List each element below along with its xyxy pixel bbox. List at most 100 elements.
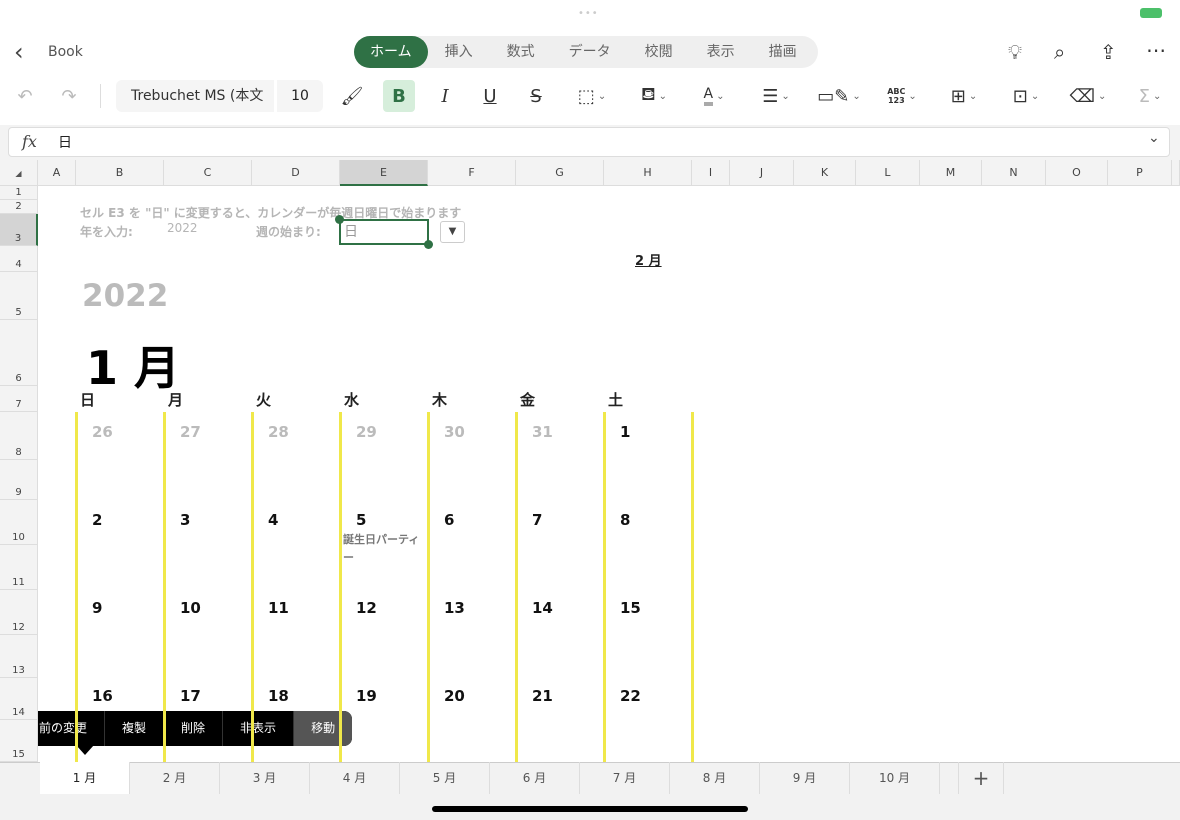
selection-handle[interactable] (335, 215, 344, 224)
row-header-12[interactable]: 12 (0, 590, 38, 635)
underline-button[interactable]: U (475, 80, 505, 112)
sheet-tab[interactable]: 1 月 (40, 762, 130, 794)
week-start-cell[interactable]: 日 (339, 219, 429, 245)
row-header-11[interactable]: 11 (0, 545, 38, 590)
day-cell[interactable]: 3 (180, 511, 190, 529)
row-header-15[interactable]: 15 (0, 720, 38, 762)
tab-1[interactable]: 挿入 (428, 36, 490, 68)
tab-2[interactable]: 数式 (490, 36, 552, 68)
sheet-tab[interactable]: 10 月 (850, 762, 940, 794)
day-cell[interactable]: 6 (444, 511, 454, 529)
column-header-K[interactable]: K (794, 160, 856, 186)
tab-6[interactable]: 描画 (752, 36, 814, 68)
day-cell[interactable]: 10 (180, 599, 201, 617)
day-cell[interactable]: 29 (356, 423, 377, 441)
day-cell[interactable]: 14 (532, 599, 553, 617)
day-cell[interactable]: 19 (356, 687, 377, 705)
sheet-tab[interactable]: 7 月 (580, 762, 670, 794)
column-header-I[interactable]: I (692, 160, 730, 186)
row-header-10[interactable]: 10 (0, 500, 38, 545)
column-header-N[interactable]: N (982, 160, 1046, 186)
day-cell[interactable]: 2 (92, 511, 102, 529)
back-icon[interactable]: ‹ (14, 38, 24, 66)
column-width-button[interactable]: ⊡ ⌄ (1006, 80, 1046, 112)
row-header-7[interactable]: 7 (0, 386, 38, 412)
align-button[interactable]: ☰ ⌄ (756, 80, 796, 112)
tab-3[interactable]: データ (552, 36, 628, 68)
search-icon[interactable]: ⌕ (1054, 40, 1065, 64)
tab-4[interactable]: 校閲 (628, 36, 690, 68)
row-header-14[interactable]: 14 (0, 678, 38, 720)
tab-0[interactable]: ホーム (354, 36, 428, 68)
column-header-O[interactable]: O (1046, 160, 1108, 186)
column-header-H[interactable]: H (604, 160, 692, 186)
column-header-P[interactable]: P (1108, 160, 1172, 186)
day-cell[interactable]: 26 (92, 423, 113, 441)
sheet-tab[interactable]: 4 月 (310, 762, 400, 794)
day-cell[interactable]: 18 (268, 687, 289, 705)
day-cell[interactable]: 21 (532, 687, 553, 705)
day-cell[interactable]: 13 (444, 599, 465, 617)
day-cell[interactable]: 11 (268, 599, 289, 617)
day-cell[interactable]: 16 (92, 687, 113, 705)
more-icon[interactable]: ⋯ (1146, 38, 1166, 62)
context-menu-item[interactable]: 非表示 (223, 711, 295, 746)
sheet-tab[interactable]: 6 月 (490, 762, 580, 794)
day-cell[interactable]: 30 (444, 423, 465, 441)
day-cell[interactable]: 12 (356, 599, 377, 617)
sheet-tab[interactable]: 2 月 (130, 762, 220, 794)
row-header-6[interactable]: 6 (0, 320, 38, 386)
row-header-9[interactable]: 9 (0, 460, 38, 500)
context-menu-item[interactable]: 複製 (105, 711, 165, 746)
back-label[interactable]: Book (48, 44, 83, 60)
next-month-link[interactable]: 2 月 (635, 250, 662, 269)
day-cell[interactable]: 20 (444, 687, 465, 705)
sheet-tab[interactable]: 5 月 (400, 762, 490, 794)
redo-icon[interactable]: ↷ (56, 80, 82, 112)
row-header-3[interactable]: 3 (0, 214, 38, 246)
day-cell[interactable]: 8 (620, 511, 630, 529)
lightbulb-icon[interactable]: 💡︎ (1008, 40, 1022, 64)
bold-button[interactable]: B (383, 80, 415, 112)
row-header-8[interactable]: 8 (0, 412, 38, 460)
fill-color-button[interactable]: ⛾ ⌄ (634, 80, 674, 112)
day-cell[interactable]: 31 (532, 423, 553, 441)
day-cell[interactable]: 9 (92, 599, 102, 617)
strikethrough-button[interactable]: S (521, 80, 551, 112)
fx-icon[interactable]: fx (22, 132, 37, 151)
sheet-tab[interactable]: 9 月 (760, 762, 850, 794)
sheet-tab[interactable]: 8 月 (670, 762, 760, 794)
undo-icon[interactable]: ↶ (12, 80, 38, 112)
column-header-D[interactable]: D (252, 160, 340, 186)
day-cell[interactable]: 15 (620, 599, 641, 617)
clear-button[interactable]: ⌫ ⌄ (1068, 80, 1108, 112)
row-header-4[interactable]: 4 (0, 246, 38, 272)
column-header-A[interactable]: A (38, 160, 76, 186)
context-menu-item[interactable]: 移動 (294, 711, 353, 746)
column-header-M[interactable]: M (920, 160, 982, 186)
sheet-tab[interactable]: 3 月 (220, 762, 310, 794)
italic-button[interactable]: I (430, 80, 460, 112)
chevron-down-icon[interactable]: ⌄ (1148, 130, 1160, 146)
day-cell[interactable]: 4 (268, 511, 278, 529)
selection-handle[interactable] (424, 240, 433, 249)
autosum-button[interactable]: Σ ⌄ (1130, 80, 1170, 112)
day-cell[interactable]: 27 (180, 423, 201, 441)
column-header-E[interactable]: E (340, 160, 428, 186)
day-cell[interactable]: 17 (180, 687, 201, 705)
day-cell[interactable]: 28 (268, 423, 289, 441)
year-input-cell[interactable]: 2022 (167, 221, 198, 235)
formula-value[interactable]: 日 (58, 132, 72, 152)
cell-style-button[interactable]: ▭✎ ⌄ (817, 80, 860, 112)
number-format-button[interactable]: ABC 123 ⌄ (880, 80, 924, 112)
formula-input[interactable] (8, 127, 1170, 157)
day-cell[interactable]: 22 (620, 687, 641, 705)
column-header-F[interactable]: F (428, 160, 516, 186)
row-header-5[interactable]: 5 (0, 272, 38, 320)
column-header-C[interactable]: C (164, 160, 252, 186)
select-all-corner[interactable]: ◢ (0, 160, 38, 186)
day-cell[interactable]: 1 (620, 423, 630, 441)
add-sheet-button[interactable]: + (958, 762, 1004, 794)
row-header-1[interactable]: 1 (0, 186, 38, 200)
context-menu-item[interactable]: 削除 (164, 711, 224, 746)
